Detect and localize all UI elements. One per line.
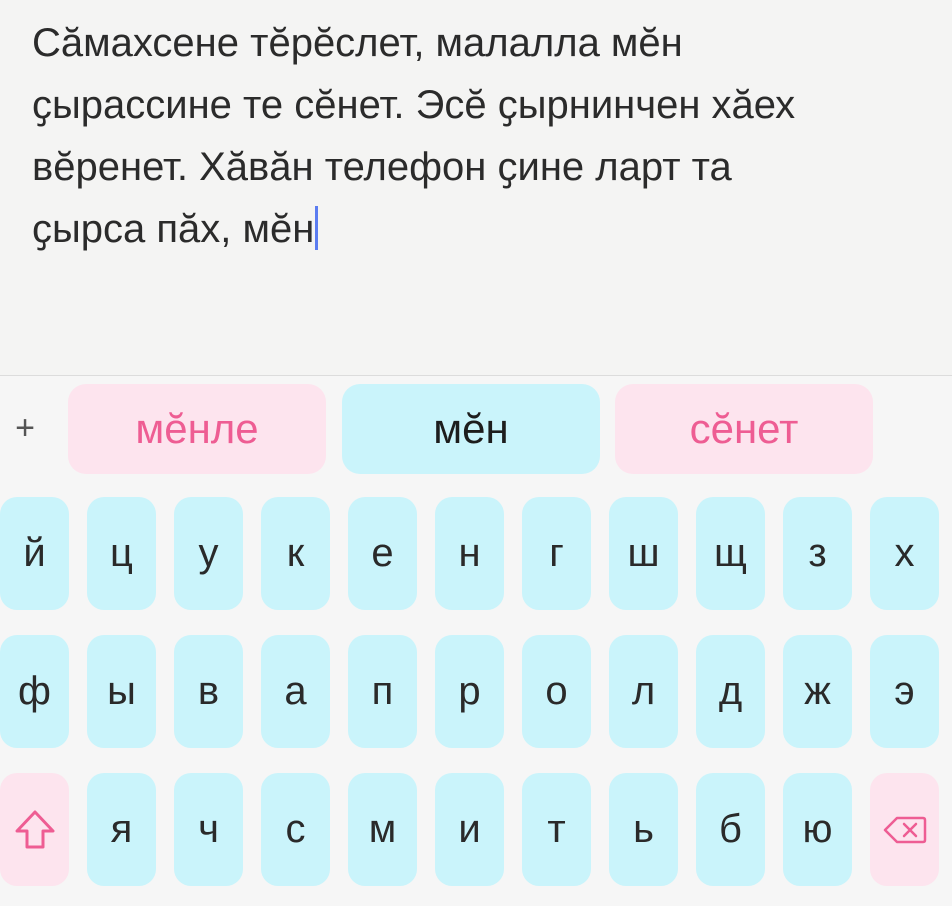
key-ч[interactable]: ч	[174, 773, 243, 886]
key-е[interactable]: е	[348, 497, 417, 610]
key-в[interactable]: в	[174, 635, 243, 748]
key-п[interactable]: п	[348, 635, 417, 748]
text-caret	[315, 206, 319, 250]
key-р[interactable]: р	[435, 635, 504, 748]
suggestion-1[interactable]: мӗнле	[68, 384, 326, 474]
key-н[interactable]: н	[435, 497, 504, 610]
key-х[interactable]: х	[870, 497, 939, 610]
key-о[interactable]: о	[522, 635, 591, 748]
shift-key[interactable]	[0, 773, 69, 886]
key-у[interactable]: у	[174, 497, 243, 610]
keyboard: + мӗнле мӗн сӗнет й ц у к е н г ш щ з х …	[0, 375, 952, 906]
editor-text[interactable]: Сӑмахсене тӗрӗслет, малалла мӗн ҫырассин…	[32, 12, 922, 260]
editor-line-1: Сӑмахсене тӗрӗслет, малалла мӗн	[32, 21, 683, 65]
key-з[interactable]: з	[783, 497, 852, 610]
editor-line-2: ҫырассине те сӗнет. Эсӗ ҫырнинчен хӑех	[32, 83, 796, 127]
suggestion-3[interactable]: сӗнет	[615, 384, 873, 474]
key-м[interactable]: м	[348, 773, 417, 886]
key-ю[interactable]: ю	[783, 773, 852, 886]
key-ж[interactable]: ж	[783, 635, 852, 748]
key-щ[interactable]: щ	[696, 497, 765, 610]
key-й[interactable]: й	[0, 497, 69, 610]
key-ф[interactable]: ф	[0, 635, 69, 748]
key-к[interactable]: к	[261, 497, 330, 610]
key-т[interactable]: т	[522, 773, 591, 886]
key-д[interactable]: д	[696, 635, 765, 748]
editor-line-4: ҫырса пӑх, мӗн	[32, 207, 315, 251]
key-ц[interactable]: ц	[87, 497, 156, 610]
backspace-key[interactable]	[870, 773, 939, 886]
key-с[interactable]: с	[261, 773, 330, 886]
editor-line-3: вӗренет. Хӑвӑн телефон ҫине ларт та	[32, 145, 732, 189]
suggestion-2[interactable]: мӗн	[342, 384, 600, 474]
key-б[interactable]: б	[696, 773, 765, 886]
key-л[interactable]: л	[609, 635, 678, 748]
key-э[interactable]: э	[870, 635, 939, 748]
add-button[interactable]: +	[8, 408, 42, 448]
key-ы[interactable]: ы	[87, 635, 156, 748]
key-ш[interactable]: ш	[609, 497, 678, 610]
key-ь[interactable]: ь	[609, 773, 678, 886]
key-и[interactable]: и	[435, 773, 504, 886]
key-а[interactable]: а	[261, 635, 330, 748]
shift-arrow-icon	[12, 807, 58, 853]
key-я[interactable]: я	[87, 773, 156, 886]
backspace-icon	[883, 815, 927, 845]
text-editor[interactable]: Сӑмахсене тӗрӗслет, малалла мӗн ҫырассин…	[0, 0, 952, 375]
key-г[interactable]: г	[522, 497, 591, 610]
